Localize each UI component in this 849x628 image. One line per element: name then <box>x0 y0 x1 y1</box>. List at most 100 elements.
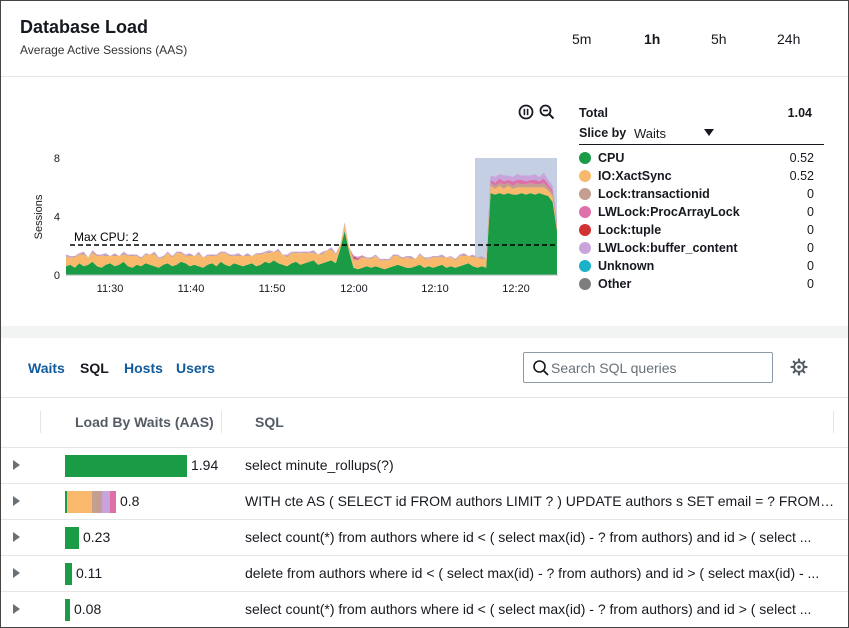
legend-swatch <box>579 170 591 182</box>
legend-value: 0 <box>807 277 814 291</box>
legend-swatch <box>579 206 591 218</box>
legend-label: LWLock:ProcArrayLock <box>598 205 740 219</box>
sql-text[interactable]: select count(*) from authors where id < … <box>245 529 835 545</box>
search-placeholder: Search SQL queries <box>551 360 677 376</box>
load-value: 1.94 <box>191 457 219 473</box>
x-tick-label: 11:40 <box>178 283 205 295</box>
legend-value: 0 <box>807 259 814 273</box>
legend-item-io-xactsync[interactable]: IO:XactSync 0.52 <box>579 168 814 186</box>
range-1h-button[interactable]: 1h <box>644 31 660 47</box>
legend-label: IO:XactSync <box>598 169 672 183</box>
legend-item-lock-tuple[interactable]: Lock:tuple 0 <box>579 222 814 240</box>
load-bar-segment <box>102 491 110 513</box>
table-row[interactable]: 0.8 WITH cte AS ( SELECT id FROM authors … <box>1 483 848 519</box>
legend-label: LWLock:buffer_content <box>598 241 738 255</box>
x-tick-label: 12:10 <box>421 283 449 295</box>
sql-text[interactable]: delete from authors where id < ( select … <box>245 565 835 581</box>
max-cpu-label: Max CPU: 2 <box>74 230 139 244</box>
gear-icon[interactable] <box>790 358 808 376</box>
legend-item-cpu[interactable]: CPU 0.52 <box>579 150 814 168</box>
column-divider <box>833 411 834 433</box>
load-bar-segment <box>65 563 72 585</box>
legend-value: 0 <box>807 205 814 219</box>
caret-down-icon <box>704 129 714 136</box>
sql-text[interactable]: select count(*) from authors where id < … <box>245 601 835 617</box>
tab-users[interactable]: Users <box>176 360 215 376</box>
table-row[interactable]: 0.11 delete from authors where id < ( sel… <box>1 555 848 591</box>
legend-swatch <box>579 224 591 236</box>
legend-total-label: Total <box>579 106 608 120</box>
load-bar <box>65 563 72 585</box>
expand-row-icon[interactable] <box>13 532 20 542</box>
db-load-chart[interactable]: Sessions 0 4 8 Max CPU: 2 11:30 11:40 11:50 1… <box>0 95 575 310</box>
zoom-out-icon[interactable] <box>539 104 555 120</box>
legend-label: Lock:tuple <box>598 223 662 237</box>
column-divider <box>221 411 222 433</box>
legend-item-lwlock-buffer-content[interactable]: LWLock:buffer_content 0 <box>579 240 814 258</box>
load-value: 0.08 <box>74 601 102 617</box>
x-tick-label: 12:00 <box>340 283 368 295</box>
load-value: 0.11 <box>76 565 103 581</box>
x-tick-label: 12:20 <box>502 283 530 295</box>
page-title: Database Load <box>20 17 149 37</box>
legend-swatch <box>579 278 591 290</box>
table-row[interactable]: 1.94 select minute_rollups(?) <box>1 447 848 483</box>
tab-sql[interactable]: SQL <box>80 360 109 376</box>
y-tick-label: 4 <box>54 212 60 224</box>
load-bar-segment <box>67 491 92 513</box>
tab-hosts[interactable]: Hosts <box>124 360 163 376</box>
expand-row-icon[interactable] <box>13 568 20 578</box>
load-bar <box>65 599 70 621</box>
expand-row-icon[interactable] <box>13 604 20 614</box>
table-top-divider <box>1 397 848 398</box>
load-bar <box>65 527 79 549</box>
section-divider <box>1 326 848 338</box>
legend-swatch <box>579 188 591 200</box>
sql-text[interactable]: select minute_rollups(?) <box>245 457 835 473</box>
load-bar <box>65 455 187 477</box>
sql-text[interactable]: WITH cte AS ( SELECT id FROM authors LIM… <box>245 493 835 509</box>
column-header-sql[interactable]: SQL <box>255 414 284 430</box>
search-sql-input[interactable]: Search SQL queries <box>523 352 773 383</box>
legend-value: 0 <box>807 187 814 201</box>
column-header-load[interactable]: Load By Waits (AAS) <box>75 414 214 430</box>
table-row[interactable]: 0.23 select count(*) from authors where i… <box>1 519 848 555</box>
load-bar <box>65 491 116 513</box>
slice-by-value: Waits <box>634 126 667 141</box>
legend-item-lock-transactionid[interactable]: Lock:transactionid 0 <box>579 186 814 204</box>
legend-swatch <box>579 260 591 272</box>
legend-swatch <box>579 152 591 164</box>
load-value: 0.23 <box>83 529 111 545</box>
y-tick-label: 8 <box>54 153 60 165</box>
legend-value: 0.52 <box>789 169 814 183</box>
load-bar-segment <box>65 599 70 621</box>
range-5h-button[interactable]: 5h <box>711 31 727 47</box>
table-row[interactable]: 0.08 select count(*) from authors where i… <box>1 591 848 627</box>
load-bar-segment <box>65 527 79 549</box>
expand-row-icon[interactable] <box>13 460 20 470</box>
range-24h-button[interactable]: 24h <box>777 31 800 47</box>
legend-label: Unknown <box>598 259 655 273</box>
range-5m-button[interactable]: 5m <box>572 31 591 47</box>
column-divider <box>40 411 41 433</box>
expand-row-icon[interactable] <box>13 496 20 506</box>
load-bar-segment <box>92 491 102 513</box>
tab-waits[interactable]: Waits <box>28 360 65 376</box>
legend-label: CPU <box>598 151 625 165</box>
slice-by-label: Slice by <box>579 126 627 140</box>
load-bar-segment <box>65 455 187 477</box>
slice-by-dropdown[interactable]: Waits <box>634 126 722 142</box>
legend-value: 0 <box>807 241 814 255</box>
search-icon <box>533 360 549 376</box>
legend-item-other[interactable]: Other 0 <box>579 276 814 294</box>
legend-value: 0 <box>807 223 814 237</box>
legend-swatch <box>579 242 591 254</box>
legend-item-lwlock-procarraylock[interactable]: LWLock:ProcArrayLock 0 <box>579 204 814 222</box>
legend-divider <box>579 144 824 145</box>
legend-value: 0.52 <box>789 151 814 165</box>
pause-icon[interactable] <box>518 104 534 120</box>
header-divider <box>1 76 848 77</box>
legend-item-unknown[interactable]: Unknown 0 <box>579 258 814 276</box>
legend-label: Other <box>598 277 632 291</box>
legend-total-value: 1.04 <box>787 106 812 120</box>
